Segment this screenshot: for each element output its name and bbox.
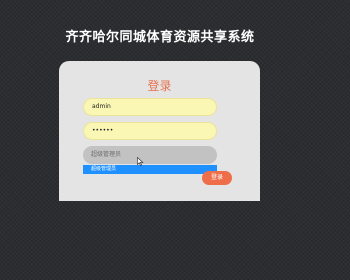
role-option-super-admin[interactable]: 超级管理员 (83, 165, 217, 174)
login-button[interactable]: 登录 (202, 171, 232, 185)
role-select[interactable]: 超级管理员 (83, 146, 217, 164)
login-heading: 登录 (147, 79, 172, 93)
mouse-pointer-icon (137, 157, 144, 166)
site-title: 齐齐哈尔同城体育资源共享系统 (65, 30, 255, 45)
password-input[interactable] (83, 122, 217, 140)
username-input[interactable] (83, 98, 217, 116)
